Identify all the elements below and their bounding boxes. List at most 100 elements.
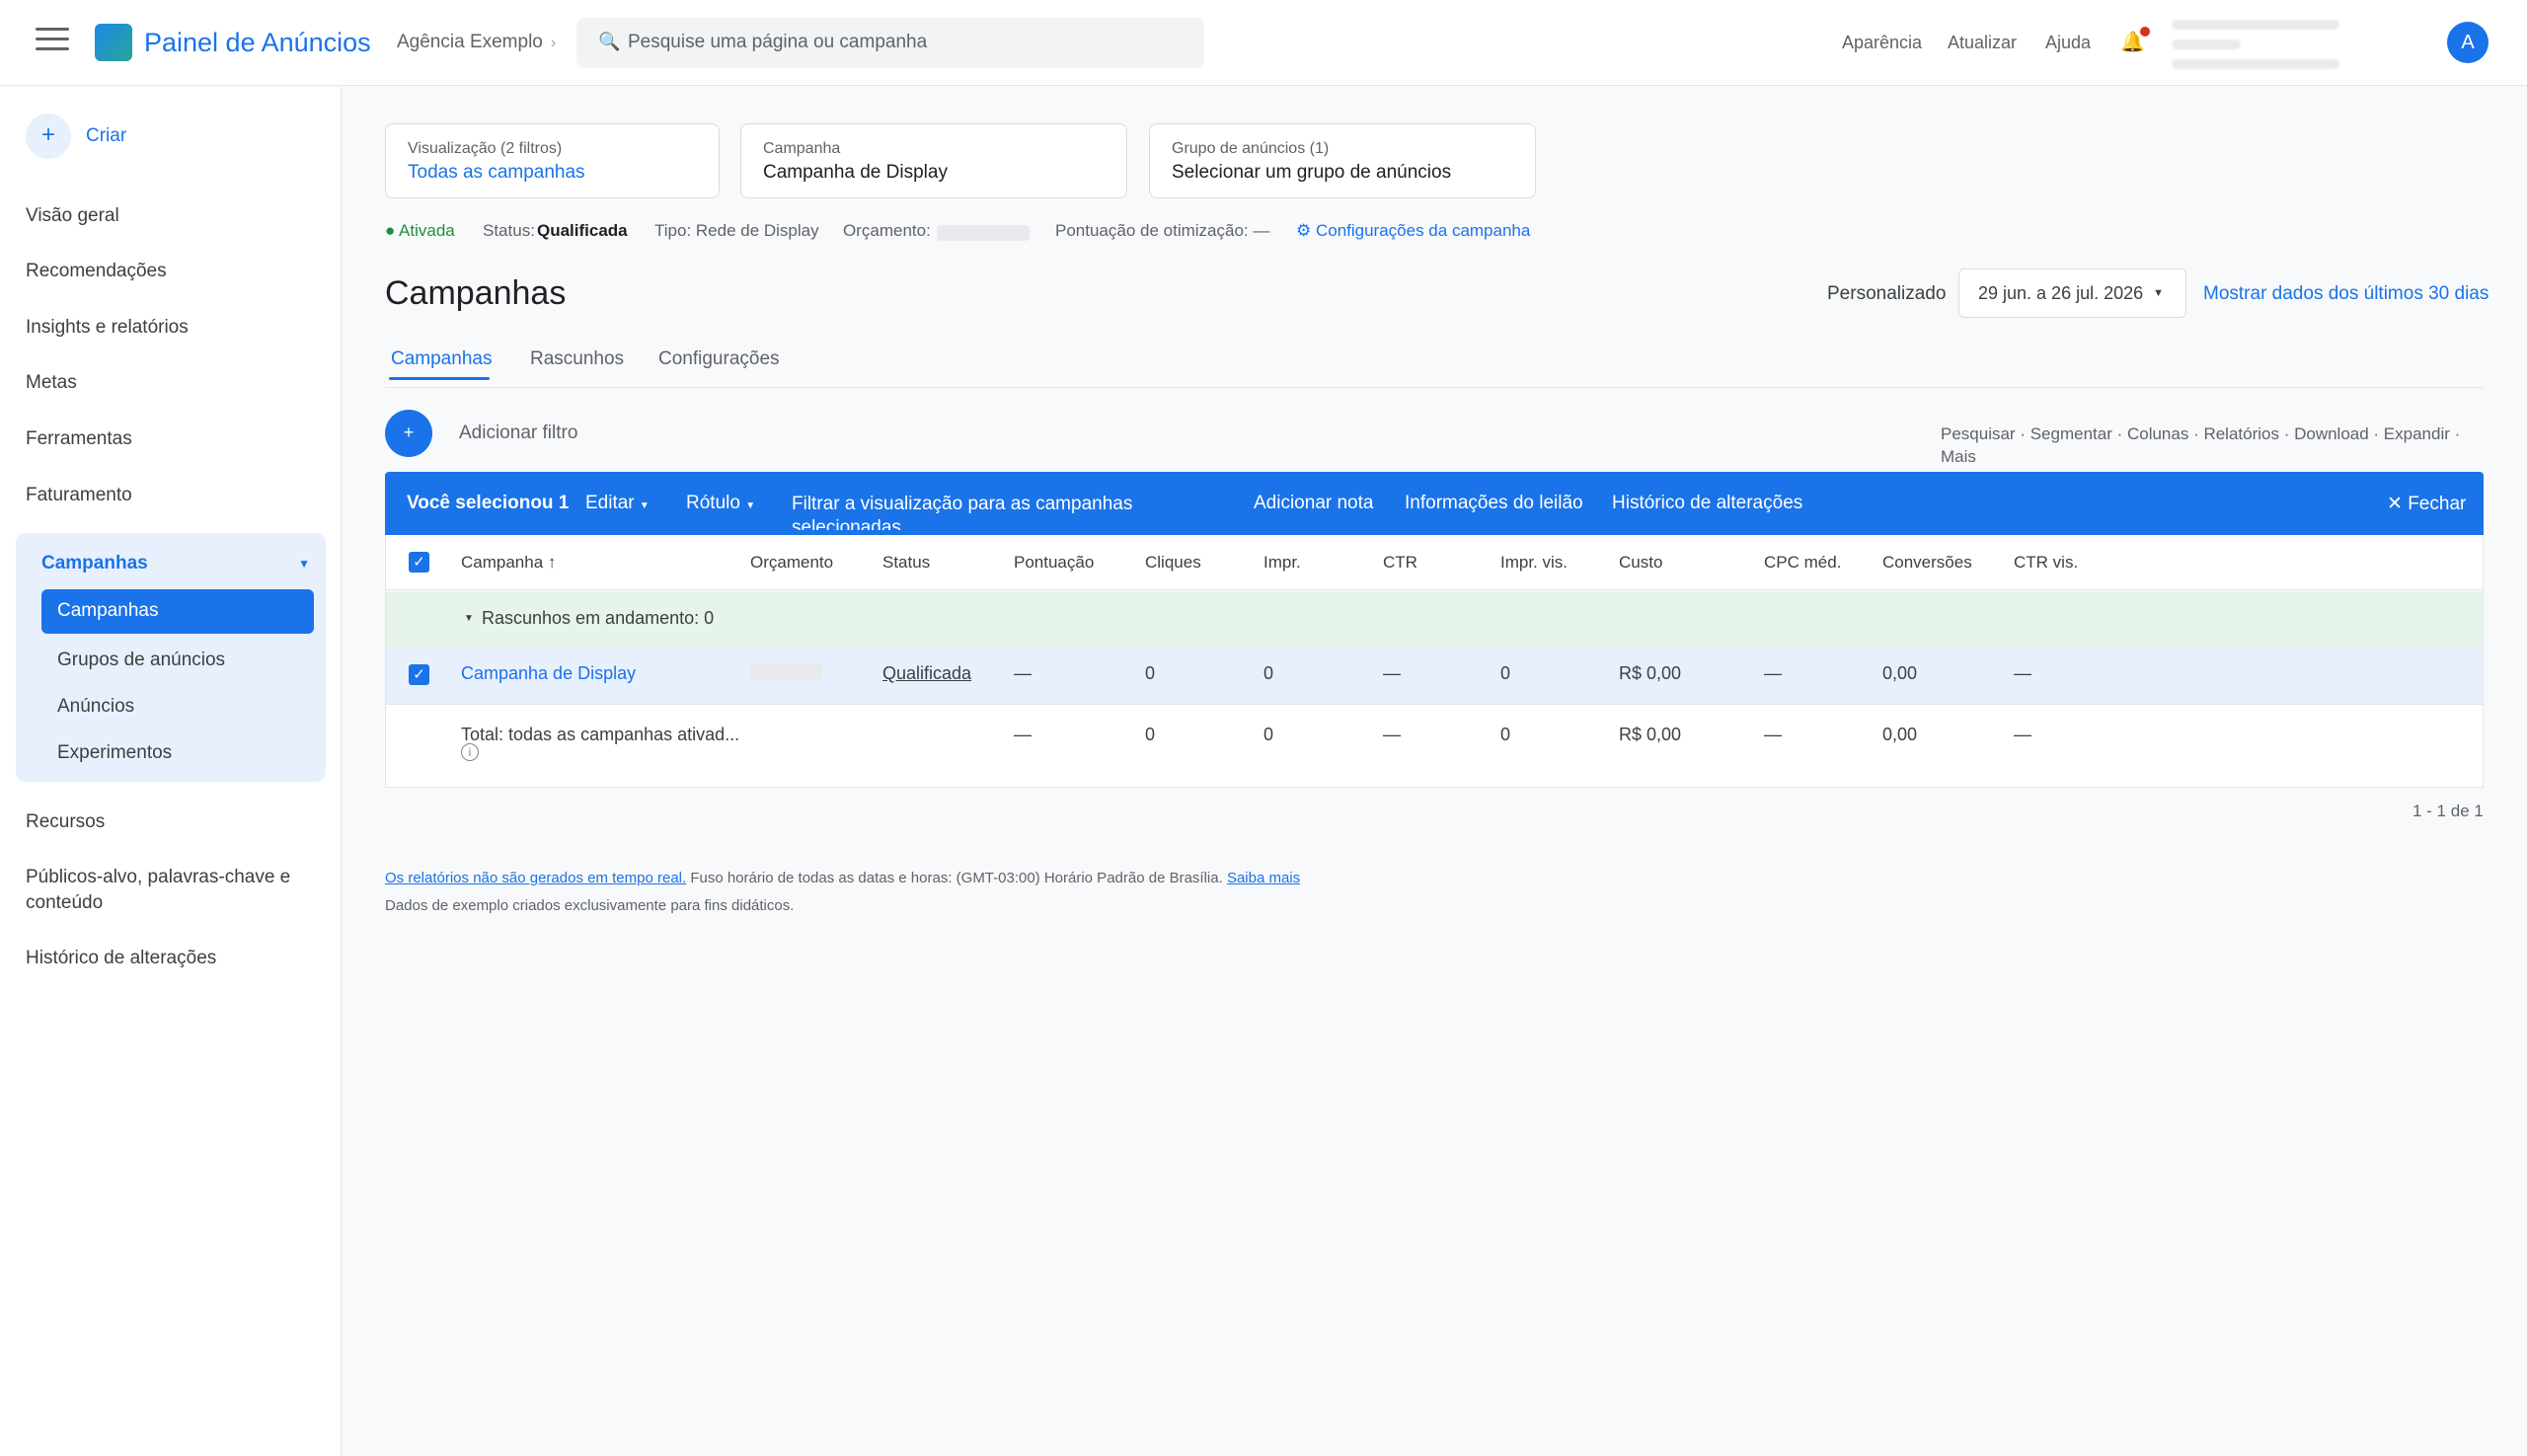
learn-more-link[interactable]: Saiba mais [1227, 870, 1300, 886]
drafts-row[interactable]: ▼ Rascunhos em andamento: 0 [386, 591, 2483, 647]
not-realtime-link[interactable]: Os relatórios não são gerados em tempo r… [385, 870, 686, 886]
caret-down-icon: ▼ [745, 500, 756, 511]
column-impressions[interactable]: Impr. [1264, 553, 1301, 573]
sidebar-item-experiments[interactable]: Experimentos [57, 742, 172, 764]
table-row: ✓ Campanha de Display Qualificada — 0 0 … [386, 647, 2483, 704]
status-label: Status: [483, 221, 535, 240]
account-switcher[interactable]: Agência Exemplo › [397, 32, 556, 53]
campaign-settings-link[interactable]: ⚙ Configurações da campanha [1296, 221, 1530, 241]
sidebar-item-tools[interactable]: Ferramentas [26, 426, 132, 452]
sidebar-item-change-history[interactable]: Histórico de alterações [26, 946, 216, 971]
sidebar-item-campaigns[interactable]: Campanhas [41, 589, 314, 634]
cpc-cell: — [1764, 663, 1782, 683]
column-avg-cpc[interactable]: CPC méd. [1764, 553, 1841, 573]
info-icon[interactable]: i [461, 743, 479, 761]
column-cost[interactable]: Custo [1619, 553, 1662, 573]
sidebar-item-audiences[interactable]: Públicos-alvo, palavras-chave e conteúdo [26, 865, 322, 916]
budget-cell-redacted [750, 663, 823, 680]
active-tab-indicator [389, 377, 490, 380]
tabs-divider [385, 387, 2484, 388]
close-button[interactable]: ✕ Fechar [2387, 493, 2466, 515]
date-range-value: 29 jun. a 26 jul. 2026 [1978, 283, 2144, 303]
avatar[interactable]: A [2447, 22, 2489, 63]
label-label: Rótulo [686, 493, 740, 513]
tab-drafts[interactable]: Rascunhos [530, 348, 624, 370]
search-icon: 🔍 [598, 32, 621, 51]
table-toolbar-links[interactable]: Pesquisar · Segmentar · Colunas · Relató… [1941, 422, 2464, 468]
edit-menu[interactable]: Editar ▼ [585, 493, 650, 514]
sidebar-item-assets[interactable]: Recursos [26, 809, 105, 835]
ad-group-filter-card[interactable]: Grupo de anúncios (1) Selecionar um grup… [1149, 123, 1536, 198]
sidebar-item-insights[interactable]: Insights e relatórios [26, 315, 189, 341]
caret-down-icon: ▼ [639, 500, 650, 511]
change-history-button[interactable]: Histórico de alterações [1612, 493, 1802, 514]
row-checkbox[interactable]: ✓ [409, 664, 429, 685]
campaign-name-link[interactable]: Campanha de Display [461, 663, 636, 684]
top-bar: Painel de Anúncios Agência Exemplo › 🔍 Pe… [0, 0, 2527, 86]
app-name[interactable]: Painel de Anúncios [144, 28, 371, 58]
sidebar-item-recommendations[interactable]: Recomendações [26, 259, 167, 284]
column-budget[interactable]: Orçamento [750, 553, 833, 573]
column-clicks[interactable]: Cliques [1145, 553, 1201, 573]
tab-settings[interactable]: Configurações [658, 348, 780, 370]
label-menu[interactable]: Rótulo ▼ [686, 493, 755, 514]
budget-value-redacted [937, 225, 1030, 241]
caret-down-icon: ▼ [464, 613, 474, 624]
create-button-label[interactable]: Criar [86, 125, 126, 147]
ad-group-filter-value: Selecionar um grupo de anúncios [1172, 162, 1452, 183]
menu-icon[interactable] [36, 28, 69, 53]
plus-icon[interactable]: + [26, 114, 71, 159]
page-title: Campanhas [385, 274, 567, 312]
sidebar-item-ads[interactable]: Anúncios [57, 696, 134, 718]
sidebar-group-campaigns: Campanhas ▼ Campanhas Grupos de anúncios… [16, 533, 326, 782]
column-score[interactable]: Pontuação [1014, 553, 1094, 573]
total-score: — [1014, 725, 1032, 744]
caret-down-icon[interactable]: ▼ [298, 557, 310, 571]
status-value: Qualificada [537, 221, 628, 240]
sidebar-item-label: Campanhas [57, 600, 159, 621]
campaign-type: Tipo: Rede de Display [654, 221, 819, 240]
last-30-days-link[interactable]: Mostrar dados dos últimos 30 dias [2203, 283, 2489, 305]
column-campaign[interactable]: Campanha ↑ [461, 553, 556, 573]
help-link[interactable]: Ajuda [2045, 33, 2091, 53]
add-filter-icon[interactable]: + [385, 410, 432, 457]
column-ctr[interactable]: CTR [1383, 553, 1417, 573]
view-filter-card[interactable]: Visualização (2 filtros) Todas as campan… [385, 123, 720, 198]
column-viewable-ctr[interactable]: CTR vis. [2014, 553, 2078, 573]
select-all-checkbox[interactable]: ✓ [409, 552, 429, 573]
view-filter-label: Visualização (2 filtros) [408, 140, 563, 157]
add-filter-label[interactable]: Adicionar filtro [459, 422, 577, 444]
report-footnote: Os relatórios não são gerados em tempo r… [385, 870, 1300, 886]
column-status[interactable]: Status [882, 553, 930, 573]
add-note-button[interactable]: Adicionar nota [1254, 493, 1373, 514]
column-viewable-impressions[interactable]: Impr. vis. [1500, 553, 1568, 573]
conversions-cell: 0,00 [1882, 663, 1918, 683]
timezone-text: Fuso horário de todas as datas e horas: … [686, 870, 1227, 886]
tab-campaigns[interactable]: Campanhas [391, 348, 492, 370]
score-cell: — [1014, 663, 1032, 683]
sidebar-item-billing[interactable]: Faturamento [26, 483, 132, 508]
appearance-link[interactable]: Aparência [1842, 33, 1922, 53]
search-placeholder: Pesquise uma página ou campanha [628, 32, 928, 52]
sidebar-item-overview[interactable]: Visão geral [26, 203, 119, 229]
filter-view-selected[interactable]: Filtrar a visualização para as campanhas… [792, 493, 1145, 530]
ctr-cell: — [1383, 663, 1401, 683]
auction-info-button[interactable]: Informações do leilão [1405, 493, 1583, 514]
campaign-filter-value: Campanha de Display [763, 162, 948, 183]
sidebar-item-goals[interactable]: Metas [26, 370, 77, 396]
date-range-label: Personalizado [1827, 283, 1947, 304]
campaign-filter-card[interactable]: Campanha Campanha de Display [740, 123, 1127, 198]
total-ctr: — [1383, 725, 1401, 744]
date-range-picker[interactable]: 29 jun. a 26 jul. 2026 ▼ [1958, 268, 2186, 318]
enabled-status: ● Ativada [385, 221, 455, 240]
status-cell[interactable]: Qualificada [882, 663, 971, 684]
sidebar-item-ad-groups[interactable]: Grupos de anúncios [57, 650, 225, 671]
sample-data-note: Dados de exemplo criados exclusivamente … [385, 897, 795, 914]
total-impressions: 0 [1264, 725, 1274, 744]
search-box[interactable]: 🔍 Pesquise uma página ou campanha [576, 18, 1204, 68]
column-conversions[interactable]: Conversões [1882, 553, 1972, 573]
sidebar-group-title[interactable]: Campanhas [41, 553, 148, 575]
view-filter-value: Todas as campanhas [408, 162, 585, 183]
refresh-link[interactable]: Atualizar [1948, 33, 2017, 53]
selection-count: Você selecionou 1 [407, 493, 570, 513]
